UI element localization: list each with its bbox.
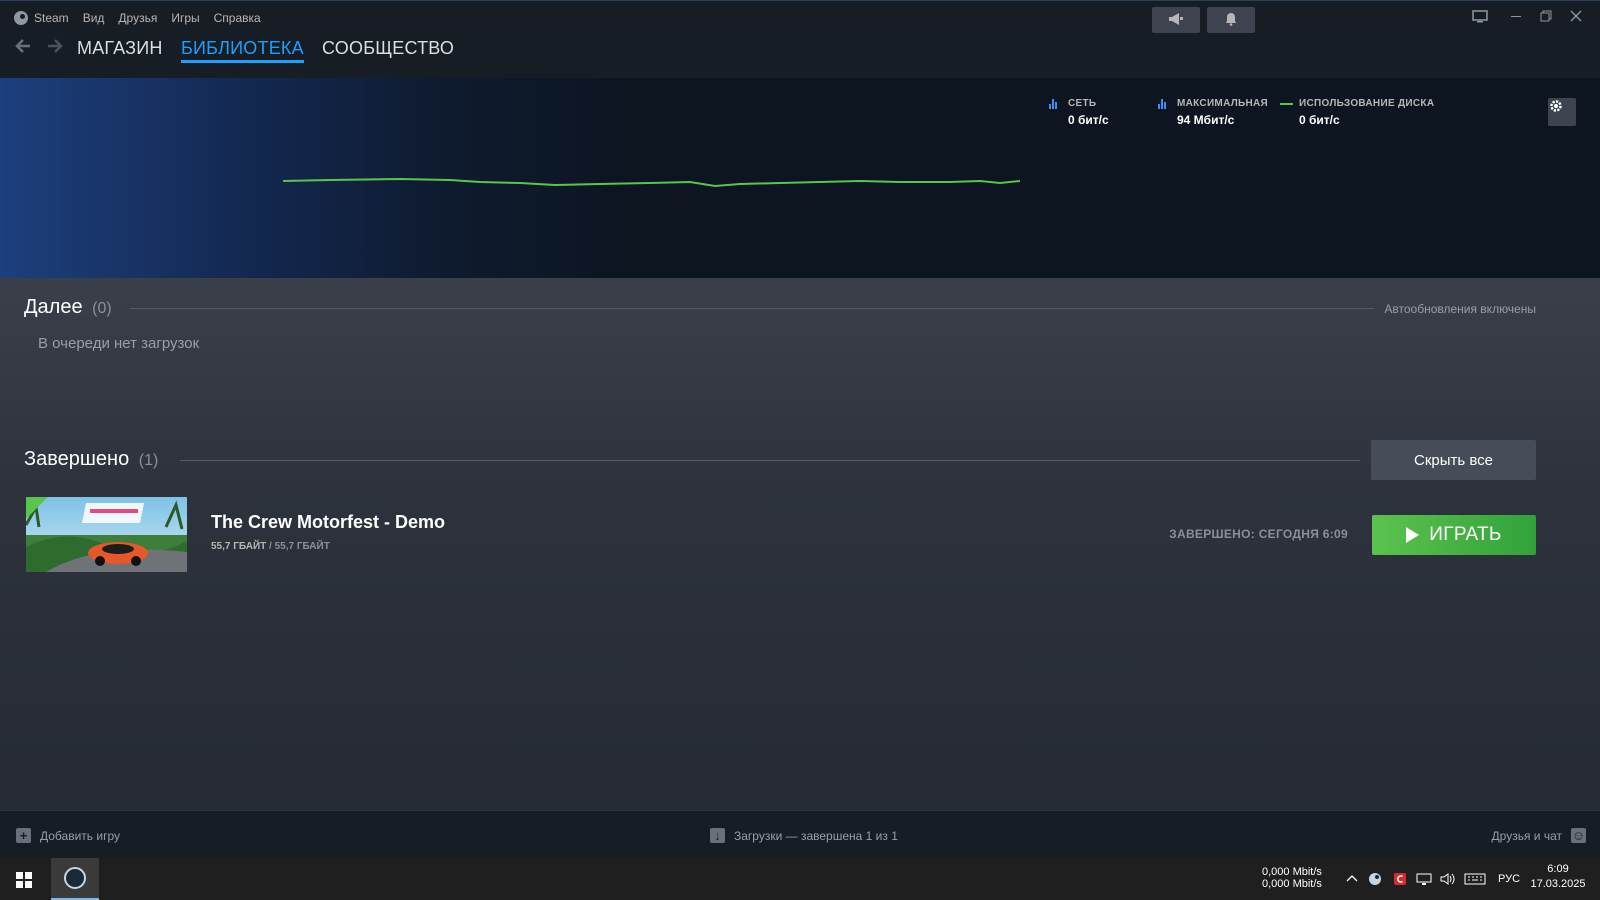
network-bars-icon [1049, 98, 1061, 109]
menu-bar: Steam Вид Друзья Игры Справка [14, 11, 275, 25]
downloaded-size: 55,7 ГБАЙТ [211, 541, 267, 552]
add-game-label: Добавить игру [40, 828, 120, 843]
downloads-status-label: Загрузки — завершена 1 из 1 [734, 828, 898, 843]
steam-logo-icon[interactable] [14, 11, 28, 25]
clock-date: 17.03.2025 [1530, 878, 1586, 890]
megaphone-icon [1168, 12, 1184, 29]
back-arrow-icon[interactable] [14, 36, 32, 62]
peak-value: 94 Мбит/с [1177, 113, 1235, 127]
title-bar: Steam Вид Друзья Игры Справка [0, 0, 1600, 36]
disk-stat: ИСПОЛЬЗОВАНИЕ ДИСКА 0 бит/с [1280, 98, 1434, 127]
tray-network-icon[interactable] [1416, 872, 1432, 889]
close-icon[interactable] [1570, 9, 1582, 25]
minimize-icon[interactable] [1510, 9, 1522, 25]
network-speed-readout: 0,000 Mbit/s 0,000 Mbit/s [1262, 866, 1322, 890]
friends-chat-button[interactable]: Друзья и чат ☺ [1492, 828, 1586, 843]
disk-value: 0 бит/с [1299, 113, 1340, 127]
menu-friends[interactable]: Друзья [118, 11, 157, 25]
menu-steam[interactable]: Steam [34, 11, 69, 25]
add-game-button[interactable]: + Добавить игру [16, 828, 120, 843]
play-label: ИГРАТЬ [1429, 524, 1502, 545]
size-separator: / [269, 541, 272, 552]
network-value: 0 бит/с [1068, 113, 1109, 127]
network-stat: СЕТЬ 0 бит/с [1049, 98, 1109, 127]
menu-games[interactable]: Игры [171, 11, 199, 25]
download-settings-button[interactable] [1548, 98, 1576, 126]
game-title[interactable]: The Crew Motorfest - Demo [211, 512, 445, 533]
net-up-speed: 0,000 Mbit/s [1262, 866, 1322, 878]
tray-keyboard-icon[interactable] [1464, 872, 1486, 889]
play-button[interactable]: ИГРАТЬ [1372, 515, 1536, 555]
disk-line-icon [1280, 102, 1293, 105]
tray-clock[interactable]: 6:09 17.03.2025 [1528, 863, 1588, 890]
play-icon [1406, 527, 1420, 543]
queue-divider [130, 308, 1374, 309]
menu-help[interactable]: Справка [214, 11, 261, 25]
peak-stat: МАКСИМАЛЬНАЯ 94 Мбит/с [1158, 98, 1268, 127]
peak-label: МАКСИМАЛЬНАЯ [1177, 98, 1269, 109]
net-down-speed: 0,000 Mbit/s [1262, 878, 1322, 890]
tab-community[interactable]: СООБЩЕСТВО [322, 38, 454, 59]
main-nav: МАГАЗИН БИБЛИОТЕКА СООБЩЕСТВО [0, 36, 1600, 78]
tray-volume-icon[interactable] [1440, 872, 1456, 889]
tab-store[interactable]: МАГАЗИН [77, 38, 163, 59]
steam-icon [64, 867, 86, 889]
bell-icon [1225, 12, 1237, 29]
completed-heading: Завершено (1) [24, 448, 158, 471]
friends-icon: ☺ [1571, 828, 1586, 843]
clock-time: 6:09 [1547, 863, 1569, 875]
completed-divider [180, 460, 1360, 461]
os-taskbar: 0,000 Mbit/s 0,000 Mbit/s РУС 6:09 17.03… [0, 858, 1600, 900]
tray-antivirus-icon[interactable] [1393, 872, 1407, 889]
windows-start-icon[interactable] [16, 872, 32, 888]
tray-steam-icon[interactable] [1368, 872, 1382, 889]
completed-count: (1) [138, 452, 159, 469]
forward-arrow-icon[interactable] [46, 36, 64, 62]
downloads-content: Далее (0) Автообновления включены В очер… [0, 278, 1600, 810]
empty-queue-text: В очереди нет загрузок [38, 335, 200, 352]
disk-label: ИСПОЛЬЗОВАНИЕ ДИСКА [1299, 98, 1435, 109]
menu-view[interactable]: Вид [83, 11, 105, 25]
queue-heading: Далее (0) [24, 296, 112, 319]
taskbar-steam-app[interactable] [51, 858, 99, 900]
friends-chat-label: Друзья и чат [1491, 828, 1562, 843]
big-picture-icon[interactable] [1472, 9, 1488, 26]
queue-count: (0) [92, 300, 112, 317]
tab-library[interactable]: БИБЛИОТЕКА [181, 38, 304, 63]
download-icon: ↓ [710, 828, 725, 843]
completed-title: Завершено [24, 448, 130, 470]
chevron-up-icon[interactable] [1346, 872, 1358, 886]
downloads-status-button[interactable]: ↓ Загрузки — завершена 1 из 1 [710, 828, 898, 843]
bottom-bar: + Добавить игру ↓ Загрузки — завершена 1… [0, 810, 1600, 858]
tray-language[interactable]: РУС [1498, 873, 1520, 885]
plus-icon: + [16, 828, 31, 843]
download-graph: СЕТЬ 0 бит/с МАКСИМАЛЬНАЯ 94 Мбит/с ИСПО… [0, 78, 1600, 278]
game-capsule-image[interactable] [26, 497, 187, 572]
notifications-button[interactable] [1207, 7, 1255, 33]
total-size: 55,7 ГБАЙТ [274, 541, 330, 552]
queue-title: Далее [24, 296, 83, 318]
announcements-button[interactable] [1152, 7, 1200, 33]
hide-all-button[interactable]: Скрыть все [1371, 440, 1536, 480]
completed-status: ЗАВЕРШЕНО: СЕГОДНЯ 6:09 [1169, 527, 1348, 541]
restore-icon[interactable] [1540, 9, 1552, 25]
game-size: 55,7 ГБАЙТ / 55,7 ГБАЙТ [211, 541, 330, 552]
auto-updates-label: Автообновления включены [1384, 302, 1536, 316]
peak-bars-icon [1158, 98, 1170, 109]
network-label: СЕТЬ [1068, 98, 1097, 109]
